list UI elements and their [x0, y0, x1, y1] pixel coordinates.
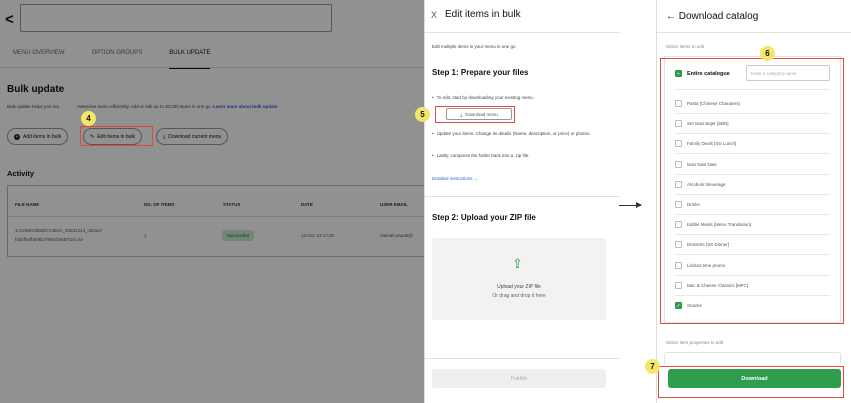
upload-icon: ⇪ — [512, 256, 523, 271]
highlight-download-menu — [435, 106, 515, 123]
props-label: Select item properties to edit — [666, 340, 724, 345]
edit-items-panel: X Edit items in bulk Edit multiple items… — [424, 0, 620, 403]
close-icon[interactable]: X — [431, 10, 437, 20]
catalog-header-divider — [657, 32, 851, 33]
highlight-edit-button — [80, 126, 153, 146]
upload-title: Upload your ZIP file — [497, 284, 541, 290]
step-marker-6: 6 — [760, 46, 775, 61]
zip-upload-dropzone[interactable]: ⇪ Upload your ZIP file Or drag and drop … — [432, 238, 606, 320]
modal-overlay — [0, 0, 424, 403]
step-marker-7: 7 — [645, 359, 660, 374]
highlight-download-button — [658, 366, 844, 398]
step1-bullet-3: Lastly, compress the folder back into a … — [432, 152, 610, 159]
publish-button[interactable]: Publish — [432, 369, 606, 388]
step-marker-5: 5 — [415, 107, 430, 122]
catalog-title[interactable]: ← Download catalog — [666, 11, 758, 22]
detailed-instructions-link[interactable]: Detailed instructions → — [432, 176, 478, 181]
step1-bullet-1: To edit, start by downloading your exist… — [432, 94, 610, 101]
properties-box[interactable] — [664, 352, 841, 364]
select-items-label: Select items to edit — [666, 44, 705, 49]
step-divider — [425, 196, 620, 197]
step-marker-4: 4 — [81, 111, 96, 126]
upload-subtitle: Or drag and drop it here — [492, 293, 546, 299]
step1-bullet-2: Update your items. Change its details (N… — [432, 130, 610, 137]
panel-subtitle: Edit multiple items in your menu in one … — [432, 44, 516, 49]
panel-title: Edit items in bulk — [445, 9, 521, 20]
footer-divider — [425, 358, 620, 359]
step2-title: Step 2: Upload your ZIP file — [432, 213, 536, 222]
panel-header-divider — [425, 32, 620, 33]
highlight-category-list — [660, 58, 844, 324]
step1-title: Step 1: Prepare your files — [432, 68, 529, 77]
flow-arrow-icon — [619, 202, 642, 208]
bulk-update-page: < MENU OVERVIEW OPTION GROUPS BULK UPDAT… — [0, 0, 424, 403]
